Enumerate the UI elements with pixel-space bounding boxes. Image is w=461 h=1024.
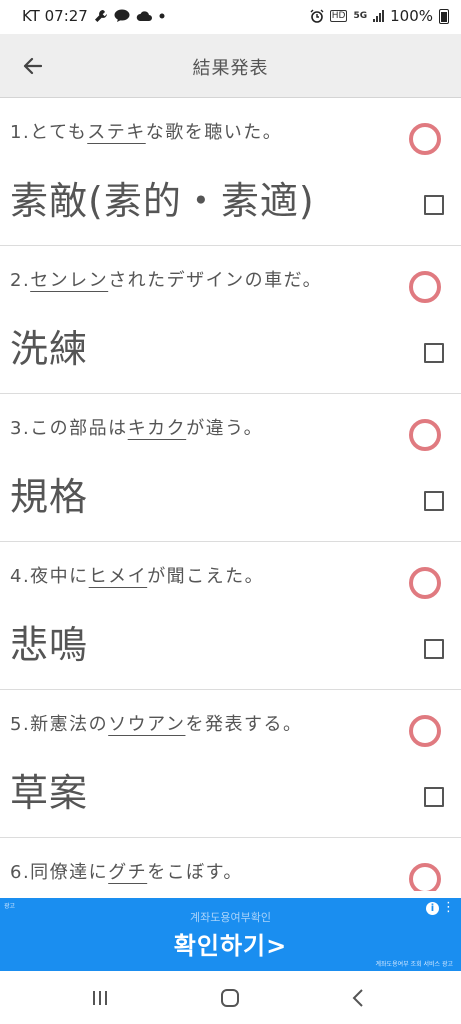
question-text: 3.この部品はキカクが違う。	[10, 418, 264, 439]
correct-circle-icon	[409, 123, 441, 155]
talk-icon	[114, 9, 130, 22]
katakana-word: キカク	[127, 418, 187, 439]
answer-kanji: 洗練	[10, 327, 89, 371]
home-icon	[221, 989, 239, 1007]
review-checkbox[interactable]	[424, 343, 444, 363]
katakana-word: ソウアン	[108, 714, 186, 735]
back-chevron-icon	[352, 989, 363, 1007]
review-checkbox[interactable]	[424, 195, 444, 215]
ad-bottom-text: 계좌도용여부 조회 서비스 광고	[375, 961, 453, 968]
carrier-time: KT 07:27	[22, 7, 88, 25]
hd-icon: HD	[329, 10, 348, 22]
ad-banner[interactable]: 광고 계좌도용여부확인 확인하기> 계좌도용여부 조회 서비스 광고 i ⋮	[0, 898, 461, 971]
more-vert-icon[interactable]: ⋮	[442, 899, 455, 917]
review-checkbox[interactable]	[424, 491, 444, 511]
ad-main-text[interactable]: 확인하기>	[0, 926, 461, 961]
question-text: 6.同僚達にグチをこぼす。	[10, 862, 243, 883]
result-item: 6.同僚達にグチをこぼす。	[0, 838, 461, 891]
correct-circle-icon	[409, 419, 441, 451]
correct-circle-icon	[409, 715, 441, 747]
battery-percent: 100%	[390, 7, 433, 25]
answer-kanji: 悲鳴	[10, 623, 89, 667]
wrench-icon	[94, 10, 107, 22]
signal-icon	[373, 10, 385, 22]
info-icon[interactable]: i	[426, 902, 439, 915]
correct-circle-icon	[409, 863, 441, 891]
cloud-icon	[136, 11, 152, 21]
system-back-button[interactable]	[343, 985, 373, 1011]
katakana-word: センレン	[30, 270, 109, 291]
result-item: 5.新憲法のソウアンを発表する。 草案	[0, 690, 461, 838]
5g-icon: 5G	[353, 11, 368, 21]
recents-icon	[93, 991, 107, 1005]
answer-kanji: 草案	[10, 771, 89, 815]
page-title: 結果発表	[192, 58, 269, 79]
katakana-word: ヒメイ	[88, 566, 148, 587]
result-item: 1.とてもステキな歌を聴いた。 素敵(素的・素適)	[0, 98, 461, 246]
question-text: 1.とてもステキな歌を聴いた。	[10, 122, 283, 143]
dot-icon	[159, 13, 165, 19]
status-bar: KT 07:27 HD 5G 100%	[0, 0, 461, 34]
katakana-word: グチ	[108, 862, 148, 883]
review-checkbox[interactable]	[424, 787, 444, 807]
result-item: 3.この部品はキカクが違う。 規格	[0, 394, 461, 542]
navigation-bar	[0, 971, 461, 1024]
question-text: 5.新憲法のソウアンを発表する。	[10, 714, 303, 735]
correct-circle-icon	[409, 271, 441, 303]
app-header: 結果発表	[0, 34, 461, 98]
result-item: 4.夜中にヒメイが聞こえた。 悲鳴	[0, 542, 461, 690]
answer-kanji: 素敵(素的・素適)	[10, 179, 315, 223]
result-list: 1.とてもステキな歌を聴いた。 素敵(素的・素適) 2.センレンされたデザインの…	[0, 98, 461, 891]
alarm-icon	[310, 9, 324, 23]
correct-circle-icon	[409, 567, 441, 599]
recents-button[interactable]	[85, 985, 115, 1011]
katakana-word: ステキ	[87, 122, 146, 143]
answer-kanji: 規格	[10, 475, 89, 519]
home-button[interactable]	[215, 985, 245, 1011]
battery-icon	[439, 8, 449, 24]
question-text: 4.夜中にヒメイが聞こえた。	[10, 566, 265, 587]
ad-top-text: 계좌도용여부확인	[190, 911, 271, 924]
question-text: 2.センレンされたデザインの車だ。	[10, 270, 323, 291]
review-checkbox[interactable]	[424, 639, 444, 659]
result-item: 2.センレンされたデザインの車だ。 洗練	[0, 246, 461, 394]
